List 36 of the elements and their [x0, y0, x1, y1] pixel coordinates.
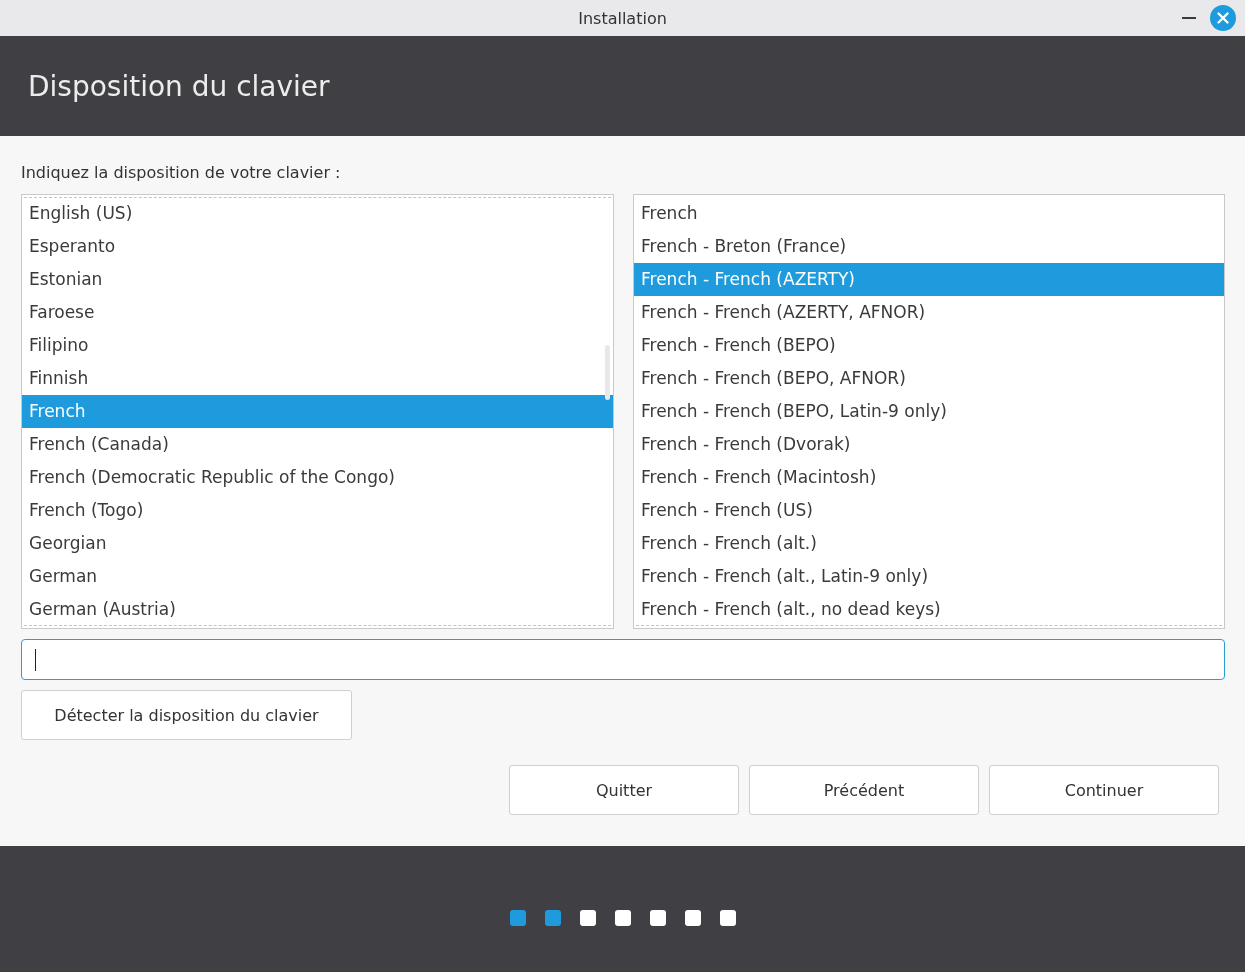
prompt-label: Indiquez la disposition de votre clavier :: [21, 162, 341, 184]
layout-item[interactable]: French (Democratic Republic of the Congo): [22, 461, 613, 494]
variant-item[interactable]: French - French (Macintosh): [634, 461, 1224, 494]
layout-item[interactable]: Filipino: [22, 329, 613, 362]
layout-item[interactable]: German: [22, 560, 613, 593]
variant-item[interactable]: French - French (AZERTY, AFNOR): [634, 296, 1224, 329]
variant-item[interactable]: French: [634, 197, 1224, 230]
nav-button[interactable]: Quitter: [509, 765, 739, 815]
minimize-icon: [1182, 17, 1196, 19]
variant-item[interactable]: French - French (US): [634, 494, 1224, 527]
window-title: Installation: [578, 8, 667, 28]
layout-item[interactable]: Faroese: [22, 296, 613, 329]
page-title: Disposition du clavier: [28, 69, 330, 103]
variant-item[interactable]: French - French (Dvorak): [634, 428, 1224, 461]
layout-item[interactable]: French (Canada): [22, 428, 613, 461]
close-button[interactable]: [1210, 5, 1236, 31]
variant-item[interactable]: French - French (BEPO, AFNOR): [634, 362, 1224, 395]
layout-item[interactable]: Estonian: [22, 263, 613, 296]
variant-item[interactable]: French - French (alt., Latin-9 only): [634, 560, 1224, 593]
scrollbar-thumb[interactable]: [605, 345, 610, 400]
variant-item[interactable]: French - French (BEPO): [634, 329, 1224, 362]
search-field[interactable]: [21, 639, 1225, 680]
variant-item[interactable]: French - Breton (France): [634, 230, 1224, 263]
variant-item[interactable]: French - French (alt.): [634, 527, 1224, 560]
nav-button[interactable]: Précédent: [749, 765, 979, 815]
layout-item[interactable]: Esperanto: [22, 230, 613, 263]
nav-button[interactable]: Continuer: [989, 765, 1219, 815]
variant-item[interactable]: French - French (alt., no dead keys): [634, 593, 1224, 626]
layout-item[interactable]: French (Togo): [22, 494, 613, 527]
close-icon: [1210, 5, 1236, 31]
layout-item[interactable]: Finnish: [22, 362, 613, 395]
layout-item[interactable]: English (US): [22, 197, 613, 230]
layout-item[interactable]: Georgian: [22, 527, 613, 560]
variant-item[interactable]: French - French (BEPO, Latin-9 only): [634, 395, 1224, 428]
layout-item[interactable]: German (Austria): [22, 593, 613, 626]
detect-layout-button[interactable]: Détecter la disposition du clavier: [21, 690, 352, 740]
